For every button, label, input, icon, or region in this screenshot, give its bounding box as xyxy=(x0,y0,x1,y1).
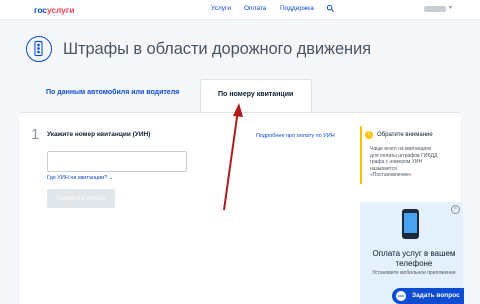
nav-payment[interactable]: Оплата xyxy=(244,5,266,12)
warning-icon: ! xyxy=(365,131,373,139)
tab-vehicle-driver[interactable]: По данным автомобиля или водителя xyxy=(46,89,179,96)
where-uin-link[interactable]: Где УИН на квитанции? ⌄ xyxy=(47,175,113,181)
notice-text: Чаще всего на квитанциях для оплаты штра… xyxy=(370,146,438,178)
proceed-to-payment-button[interactable]: Перейти к оплате xyxy=(47,189,115,208)
uin-payment-info-link[interactable]: Подробнее про оплату по УИН xyxy=(256,133,335,139)
notice-title: Обратите внимание xyxy=(377,132,433,138)
promo-text: Установите мобильное приложение xyxy=(372,270,456,276)
chevron-down-icon: ⌄ xyxy=(108,175,114,181)
search-icon[interactable] xyxy=(326,4,335,13)
page-title: Штрафы в области дорожного движения xyxy=(63,40,372,58)
ask-question-label: Задать вопрос xyxy=(412,292,460,299)
promo-title: Оплата услуг в вашем телефоне xyxy=(372,249,456,268)
phone-screen xyxy=(404,213,417,233)
chat-icon xyxy=(396,291,406,301)
traffic-light-icon xyxy=(26,36,52,62)
tab-receipt-number-label: По номеру квитанции xyxy=(218,91,294,98)
user-name-blurred[interactable] xyxy=(424,6,446,12)
uin-label: Укажите номер квитанции (УИН) xyxy=(47,131,151,138)
uin-input[interactable] xyxy=(47,151,187,172)
close-icon[interactable]: × xyxy=(451,205,460,214)
chevron-down-icon[interactable]: ▾ xyxy=(449,4,452,11)
nav-services[interactable]: Услуги xyxy=(211,5,231,12)
nav-support[interactable]: Поддержка xyxy=(280,5,314,12)
step-number: 1 xyxy=(31,126,40,143)
gosuslugi-logo[interactable]: госуслуги xyxy=(34,5,74,15)
